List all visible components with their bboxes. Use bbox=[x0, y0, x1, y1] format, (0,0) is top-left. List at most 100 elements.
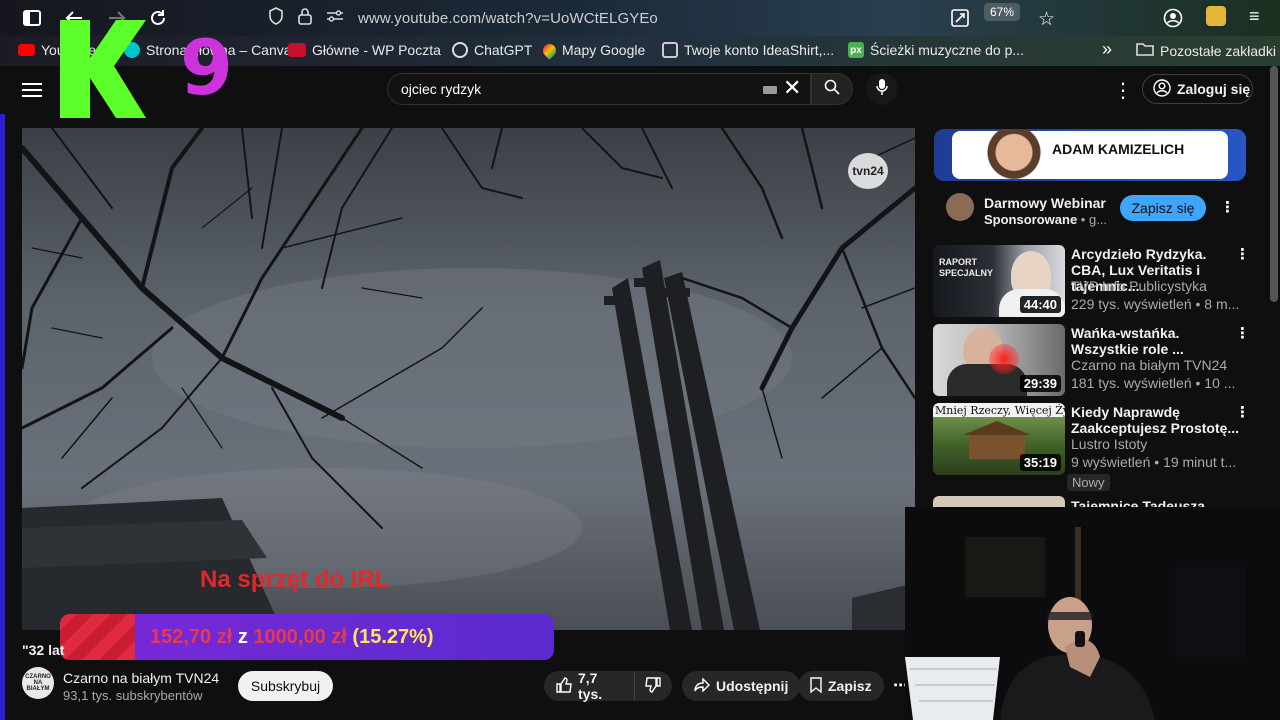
bookmark-label: ChatGPT bbox=[474, 42, 533, 58]
account-icon[interactable] bbox=[1163, 8, 1183, 33]
video-frame bbox=[22, 128, 915, 630]
video-more-icon[interactable]: ⋮ bbox=[1235, 403, 1250, 421]
bookmark-label: Ścieżki muzyczne do p... bbox=[870, 42, 1025, 58]
subscriber-count: 93,1 tys. subskrybentów bbox=[63, 688, 203, 703]
dislike-button[interactable] bbox=[634, 671, 672, 701]
logo-number: 9 bbox=[180, 23, 233, 112]
thumbnail-caption: Mniej Rzeczy, Więcej Życia bbox=[935, 404, 1065, 417]
ad-sponsor-suffix: • g... bbox=[1077, 212, 1108, 227]
recommended-video[interactable]: 29:39 Wańka-wstańka. Wszystkie role ... … bbox=[933, 324, 1263, 398]
new-badge: Nowy bbox=[1067, 474, 1110, 491]
like-button[interactable]: 7,7 tys. bbox=[544, 670, 634, 702]
chevron-more-icon[interactable]: » bbox=[1102, 39, 1112, 60]
video-player[interactable] bbox=[22, 128, 915, 630]
goal-separator: z bbox=[237, 626, 248, 648]
ad-sponsored-label: Sponsorowane bbox=[984, 212, 1078, 227]
sponsored-ad[interactable]: ADAM KAMIZELICH Darmowy Webinar Sponsoro… bbox=[934, 129, 1246, 233]
bookmark-star-icon[interactable]: ☆ bbox=[1038, 8, 1055, 31]
thumbs-down-icon bbox=[645, 676, 661, 696]
sign-in-label: Zaloguj się bbox=[1177, 81, 1251, 97]
sidebar-toggle-icon[interactable] bbox=[18, 4, 46, 32]
extension-icon[interactable] bbox=[1206, 6, 1226, 26]
share-label: Udostępnij bbox=[716, 678, 789, 694]
chatgpt-icon bbox=[452, 42, 468, 58]
address-bar[interactable]: www.youtube.com/watch?v=UoWCtELGYEo bbox=[268, 0, 658, 36]
video-channel[interactable]: Czarno na białym TVN24 bbox=[1071, 357, 1227, 373]
share-icon bbox=[694, 676, 710, 695]
video-more-icon[interactable]: ⋮ bbox=[1235, 324, 1250, 342]
video-duration: 44:40 bbox=[1019, 296, 1061, 313]
bookmark-wp[interactable]: Główne - WP Poczta bbox=[288, 42, 441, 58]
webcam-feed bbox=[905, 507, 1280, 720]
lock-icon[interactable] bbox=[298, 7, 312, 30]
bookmark-label: Główne - WP Poczta bbox=[312, 42, 441, 58]
ad-portrait bbox=[984, 129, 1044, 181]
ad-cta-button[interactable]: Zapisz się bbox=[1120, 195, 1206, 221]
webcam-overlay bbox=[905, 507, 1280, 720]
channel-name[interactable]: Czarno na białym TVN24 bbox=[63, 670, 219, 686]
ideashirt-icon bbox=[662, 42, 678, 58]
video-channel[interactable]: TVP Info Publicystyka bbox=[1071, 278, 1207, 294]
reader-view-icon[interactable] bbox=[951, 9, 969, 32]
recommended-video[interactable]: Mniej Rzeczy, Więcej Życia 35:19 Kiedy N… bbox=[933, 403, 1263, 491]
ad-title[interactable]: Darmowy Webinar bbox=[984, 195, 1106, 211]
tvn24-watermark: tvn24 bbox=[848, 153, 888, 189]
microphone-icon bbox=[876, 78, 888, 101]
video-meta: 181 tys. wyświetleń • 10 ... bbox=[1071, 375, 1236, 391]
video-duration: 35:19 bbox=[1019, 454, 1061, 471]
shield-icon[interactable] bbox=[268, 6, 284, 30]
bookmark-maps[interactable]: Mapy Google bbox=[540, 40, 646, 60]
maps-icon bbox=[540, 40, 559, 60]
bookmark-chatgpt[interactable]: ChatGPT bbox=[452, 42, 532, 58]
menu-icon[interactable]: ≡ bbox=[1249, 6, 1260, 27]
video-duration: 29:39 bbox=[1019, 375, 1061, 392]
search-button[interactable] bbox=[811, 73, 853, 105]
goal-target: 1000,00 zł bbox=[253, 626, 347, 648]
share-button[interactable]: Udostępnij bbox=[682, 671, 801, 701]
bookmark-ideashirt[interactable]: Twoje konto IdeaShirt,... bbox=[662, 42, 834, 58]
video-thumbnail[interactable]: 29:39 bbox=[933, 324, 1065, 396]
subscribe-button[interactable]: Subskrybuj bbox=[238, 671, 333, 701]
channel-avatar[interactable]: CZARNO NA BIAŁYM bbox=[22, 667, 54, 699]
bookmark-label: Twoje konto IdeaShirt,... bbox=[684, 42, 835, 58]
folder-icon bbox=[1136, 42, 1154, 59]
video-title[interactable]: Kiedy Naprawdę Zaakceptujesz Prostotę... bbox=[1071, 404, 1241, 436]
video-more-icon[interactable]: ⋮ bbox=[1235, 245, 1250, 263]
clear-search-icon[interactable]: ✕ bbox=[783, 77, 801, 99]
video-thumbnail[interactable]: Mniej Rzeczy, Więcej Życia 35:19 bbox=[933, 403, 1065, 475]
search-icon bbox=[824, 79, 840, 100]
video-channel[interactable]: Lustro Istoty bbox=[1071, 436, 1147, 452]
zoom-level[interactable]: 67% bbox=[984, 3, 1021, 21]
irl-goal-label: Na sprzęt do IRL bbox=[200, 566, 390, 593]
keyboard-icon[interactable] bbox=[763, 86, 777, 94]
other-bookmarks[interactable]: Pozostałe zakładki bbox=[1136, 42, 1276, 59]
sign-in-button[interactable]: Zaloguj się bbox=[1142, 74, 1253, 104]
site-permissions-icon[interactable] bbox=[326, 9, 344, 28]
reload-icon[interactable] bbox=[144, 4, 172, 32]
video-meta: 9 wyświetleń • 19 minut t... bbox=[1071, 454, 1237, 470]
goal-current: 152,70 zł bbox=[150, 626, 233, 648]
save-button[interactable]: Zapisz bbox=[798, 671, 884, 701]
like-count: 7,7 tys. bbox=[578, 670, 603, 702]
ad-avatar[interactable] bbox=[946, 193, 974, 221]
px-icon: px bbox=[848, 42, 864, 58]
recommended-video[interactable]: RAPORT SPECJALNY 44:40 Arcydzieło Rydzyk… bbox=[933, 245, 1263, 319]
ad-sponsored-line: Sponsorowane • g... bbox=[984, 212, 1107, 227]
donation-goal-fill bbox=[60, 614, 136, 660]
video-thumbnail[interactable]: RAPORT SPECJALNY 44:40 bbox=[933, 245, 1065, 317]
settings-more-icon[interactable]: ⋮ bbox=[1113, 78, 1133, 103]
ad-banner-name: ADAM KAMIZELICH bbox=[1052, 141, 1185, 157]
scrollbar[interactable] bbox=[1270, 66, 1278, 302]
search-input[interactable]: ojciec rydzyk bbox=[387, 73, 811, 105]
ad-banner[interactable]: ADAM KAMIZELICH bbox=[934, 129, 1246, 181]
youtube-icon bbox=[18, 44, 35, 56]
voice-search-button[interactable] bbox=[866, 73, 898, 105]
video-title[interactable]: Wańka-wstańka. Wszystkie role ... bbox=[1071, 325, 1241, 357]
bookmark-icon bbox=[810, 676, 822, 696]
hamburger-menu-icon[interactable] bbox=[22, 80, 42, 100]
ad-more-icon[interactable]: ⋮ bbox=[1220, 198, 1235, 216]
goal-percent: (15.27%) bbox=[352, 626, 434, 648]
url-text[interactable]: www.youtube.com/watch?v=UoWCtELGYEo bbox=[358, 10, 658, 27]
bookmark-px[interactable]: px Ścieżki muzyczne do p... bbox=[848, 42, 1024, 58]
bookmark-label: Mapy Google bbox=[562, 42, 646, 58]
